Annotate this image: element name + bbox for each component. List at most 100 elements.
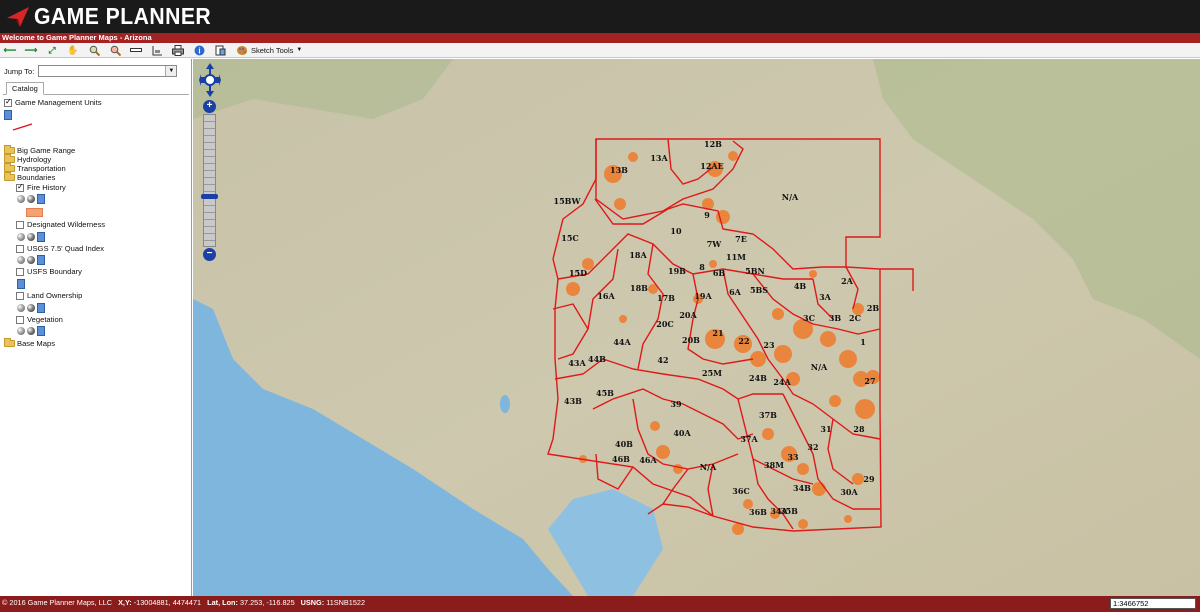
layer-big-game[interactable]: Big Game Range (4, 145, 75, 155)
open-folder-icon[interactable] (4, 172, 15, 181)
gmu-label: 1 (860, 337, 866, 347)
gmu-label: 44A (613, 337, 631, 347)
layer-base-maps[interactable]: Base Maps (4, 338, 55, 348)
gmu-label: 2A (841, 276, 854, 286)
opacity-icon[interactable] (27, 304, 35, 312)
vegetation-checkbox[interactable] (16, 315, 24, 324)
gmu-label: 12B (704, 139, 722, 149)
transparency-icon[interactable] (17, 327, 25, 335)
usgs-checkbox[interactable] (16, 244, 24, 253)
transparency-icon[interactable] (17, 256, 25, 264)
gmu-label: 7W (707, 239, 723, 249)
layer-usfs[interactable]: USFS Boundary (16, 267, 82, 276)
opacity-icon[interactable] (27, 195, 35, 203)
opacity-icon[interactable] (27, 233, 35, 241)
scale-input[interactable] (1110, 598, 1196, 609)
gmu-label: 23 (763, 340, 775, 350)
gmu-label: 40B (615, 439, 633, 449)
layer-gmu[interactable]: Game Management Units (4, 97, 102, 107)
gmu-label: 3A (819, 292, 832, 302)
layer-fire-history[interactable]: Fire History (16, 182, 66, 192)
opacity-icon[interactable] (27, 327, 35, 335)
gmu-label: 44B (588, 354, 606, 364)
gmu-label: 24B (749, 373, 767, 383)
gmu-label: 25M (702, 368, 722, 378)
zoom-out-button[interactable]: − (203, 248, 216, 261)
back-arrow-icon[interactable]: ⟵ (4, 44, 17, 56)
gmu-label: 13A (650, 153, 668, 163)
print-icon[interactable] (172, 44, 184, 56)
legend-icon[interactable] (37, 326, 45, 336)
gmu-label: 30A (840, 487, 858, 497)
zoom-in-button[interactable]: + (203, 100, 216, 113)
fire-history-tools (17, 194, 47, 204)
gmu-label: 21 (712, 328, 723, 338)
layer-wilderness[interactable]: Designated Wilderness (16, 220, 105, 229)
gmu-label: 6A (729, 287, 742, 297)
jump-to-select[interactable]: ▼ (38, 65, 178, 77)
gmu-label: 15D (569, 268, 587, 278)
pan-control-icon[interactable] (199, 63, 221, 99)
layer-transportation[interactable]: Transportation (4, 163, 66, 173)
legend-icon[interactable] (17, 279, 25, 289)
game-planner-logo[interactable]: GAME PLANNER (6, 3, 227, 29)
legend-icon[interactable] (37, 255, 45, 265)
folder-icon[interactable] (4, 338, 15, 347)
gmu-label: 19B (668, 266, 686, 276)
gmu-overlay[interactable]: 12B13A13B 12AE15BW910N/A15C7W 7E18A 11M15D 1… (193, 59, 1200, 596)
usfs-checkbox[interactable] (16, 267, 24, 276)
usng-value: 11SNB1522 (326, 598, 366, 607)
zoom-slider-thumb[interactable] (201, 194, 218, 199)
gmu-label: 38M (764, 460, 784, 470)
sketch-tools-menu[interactable]: Sketch Tools ▼ (237, 45, 302, 55)
zoom-slider[interactable] (203, 114, 216, 247)
legend-icon[interactable] (37, 303, 45, 313)
folder-icon[interactable] (4, 154, 15, 163)
chevron-down-icon[interactable]: ▼ (165, 66, 177, 76)
vegetation-tools (17, 326, 47, 336)
tab-catalog[interactable]: Catalog (6, 82, 44, 95)
zoom-in-icon[interactable] (88, 44, 100, 56)
layer-hydrology[interactable]: Hydrology (4, 154, 51, 164)
gmu-label: 28 (853, 424, 865, 434)
transparency-icon[interactable] (17, 304, 25, 312)
transparency-icon[interactable] (17, 195, 25, 203)
gmu-label: 45B (596, 388, 614, 398)
measure-ruler-icon[interactable] (130, 44, 142, 56)
gmu-checkbox[interactable] (4, 97, 12, 107)
gmu-label: 15C (561, 233, 579, 243)
map-view[interactable]: 12B 13A 13B 12AE 15BW 9 10 N/A 15C 7W 7E 18A 11M 15D 1… (193, 59, 1200, 596)
layer-usgs[interactable]: USGS 7.5' Quad Index (16, 244, 104, 253)
zoom-out-icon[interactable] (109, 44, 121, 56)
layer-land-ownership[interactable]: Land Ownership (16, 291, 82, 300)
layer-boundaries[interactable]: Boundaries (4, 172, 55, 182)
fire-swatch (26, 208, 43, 217)
gmu-label: 46B (612, 454, 630, 464)
elevation-profile-icon[interactable] (151, 44, 163, 56)
gmu-label: N/A (700, 462, 717, 472)
legend-icon[interactable] (37, 232, 45, 242)
gmu-label: 20B (682, 335, 700, 345)
gmu-label: 6B (713, 268, 726, 278)
fire-history-checkbox[interactable] (16, 182, 24, 192)
usgs-tools (17, 255, 47, 265)
legend-icon[interactable] (37, 194, 45, 204)
folder-icon[interactable] (4, 163, 15, 172)
forward-arrow-icon[interactable]: ⟶ (25, 44, 38, 56)
wilderness-checkbox[interactable] (16, 220, 24, 229)
opacity-icon[interactable] (27, 256, 35, 264)
svg-text:i: i (198, 46, 200, 55)
legend-icon[interactable] (4, 110, 12, 120)
usng-label: USNG: (300, 598, 325, 607)
gmu-label: 4B (794, 281, 807, 291)
land-ownership-checkbox[interactable] (16, 291, 24, 300)
info-icon[interactable]: i (193, 44, 205, 56)
layer-vegetation[interactable]: Vegetation (16, 315, 63, 324)
gmu-label: 43B (564, 396, 582, 406)
transparency-icon[interactable] (17, 233, 25, 241)
pan-hand-icon[interactable]: ✋ (67, 44, 79, 56)
folder-icon[interactable] (4, 145, 15, 154)
full-extent-icon[interactable]: ⤢ (46, 44, 58, 56)
layers-icon[interactable] (214, 44, 226, 56)
gmu-label: 24A (773, 377, 791, 387)
